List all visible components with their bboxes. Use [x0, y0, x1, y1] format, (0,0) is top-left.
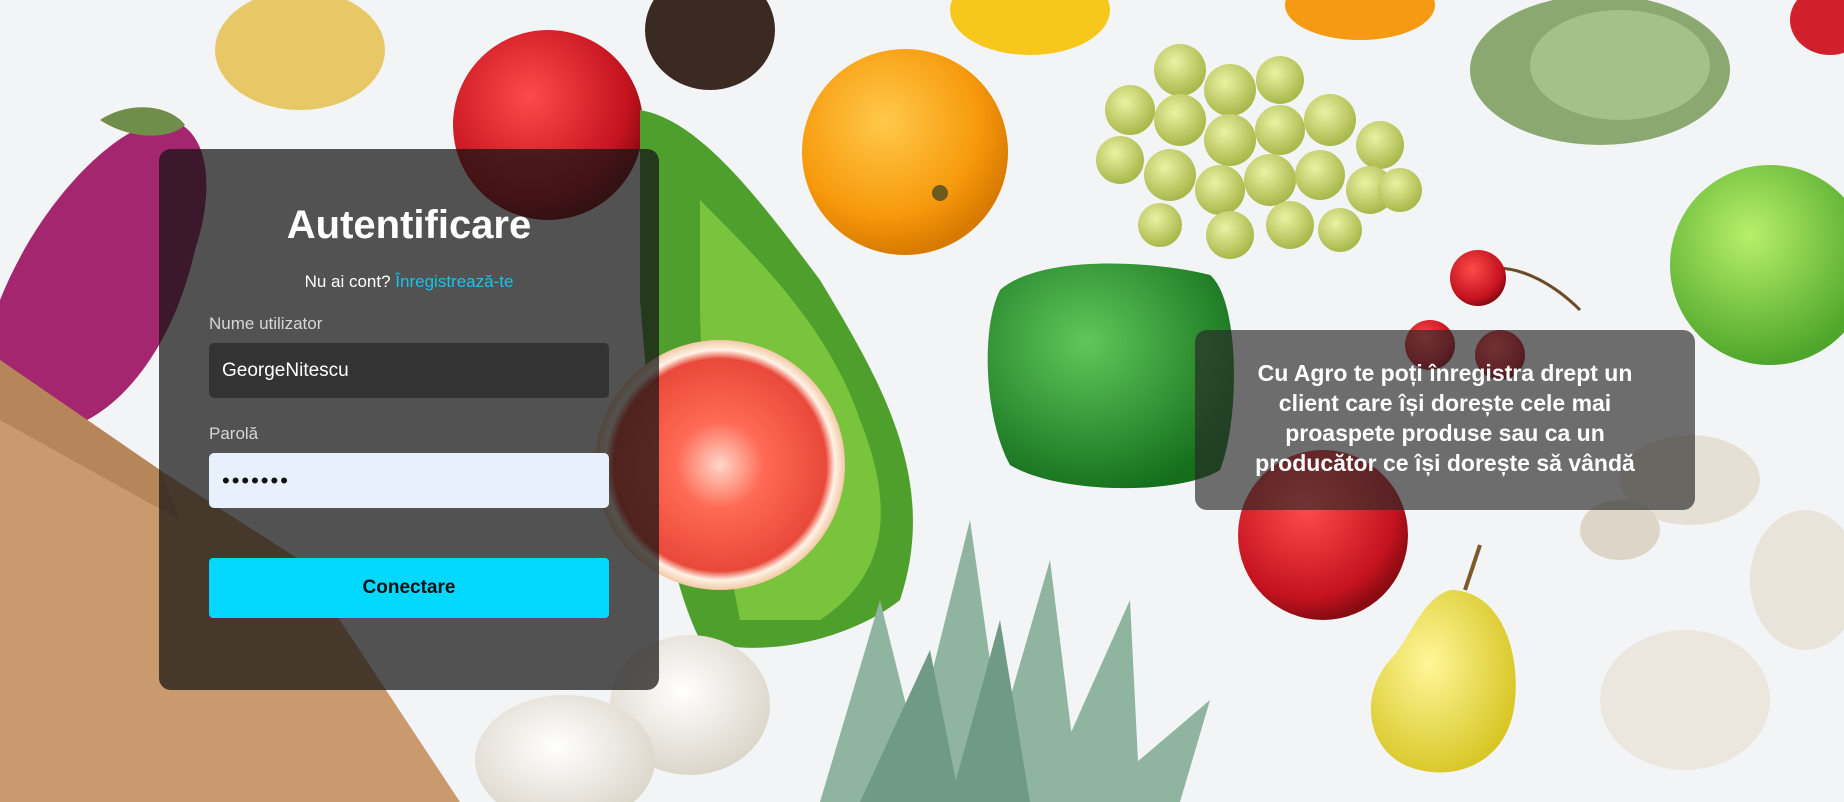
- username-label: Nume utilizator: [209, 314, 323, 333]
- no-account-text: Nu ai cont?: [304, 272, 391, 291]
- password-label: Parolă: [209, 424, 259, 443]
- login-button[interactable]: Conectare: [209, 558, 609, 618]
- password-input[interactable]: [209, 453, 609, 508]
- info-box: Cu Agro te poți înregistra drept un clie…: [1195, 330, 1695, 510]
- register-link[interactable]: Înregistrează-te: [395, 272, 513, 291]
- username-input[interactable]: [209, 343, 609, 398]
- login-page: Autentificare Nu ai cont? Înregistrează-…: [0, 0, 1844, 802]
- login-title: Autentificare: [286, 203, 532, 247]
- login-panel: Autentificare Nu ai cont? Înregistrează-…: [159, 149, 659, 690]
- signup-prompt: Nu ai cont? Înregistrează-te: [209, 271, 609, 293]
- info-text: Cu Agro te poți înregistra drept un clie…: [1255, 360, 1635, 476]
